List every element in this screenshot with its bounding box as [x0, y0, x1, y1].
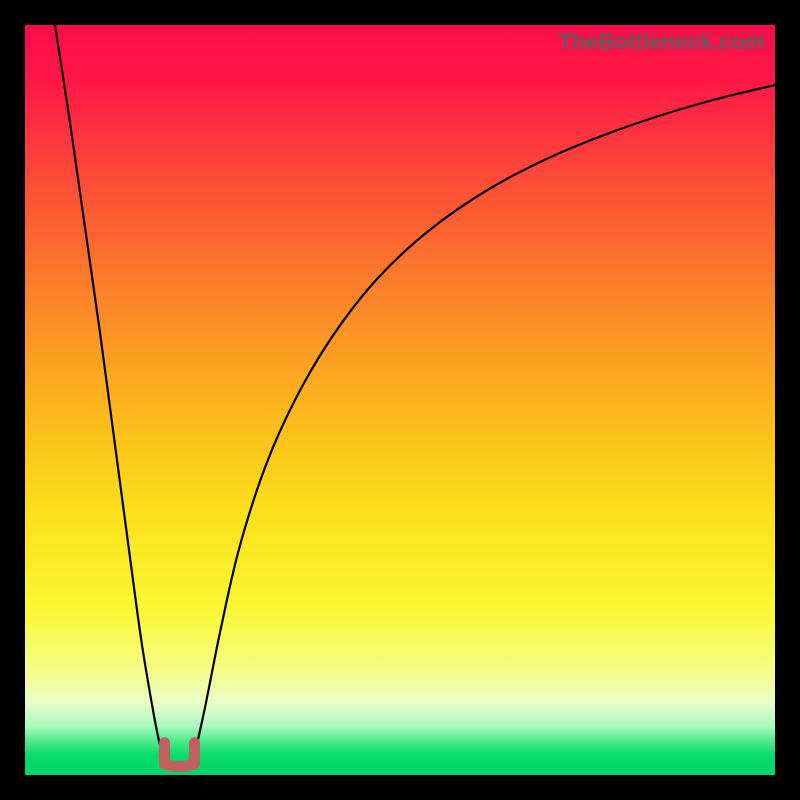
- curve-layer: [25, 25, 775, 775]
- watermark-text: TheBottleneck.com: [559, 29, 765, 55]
- plot-frame: TheBottleneck.com: [25, 25, 775, 775]
- bottleneck-curve: [55, 25, 775, 766]
- minimum-marker: [165, 743, 195, 767]
